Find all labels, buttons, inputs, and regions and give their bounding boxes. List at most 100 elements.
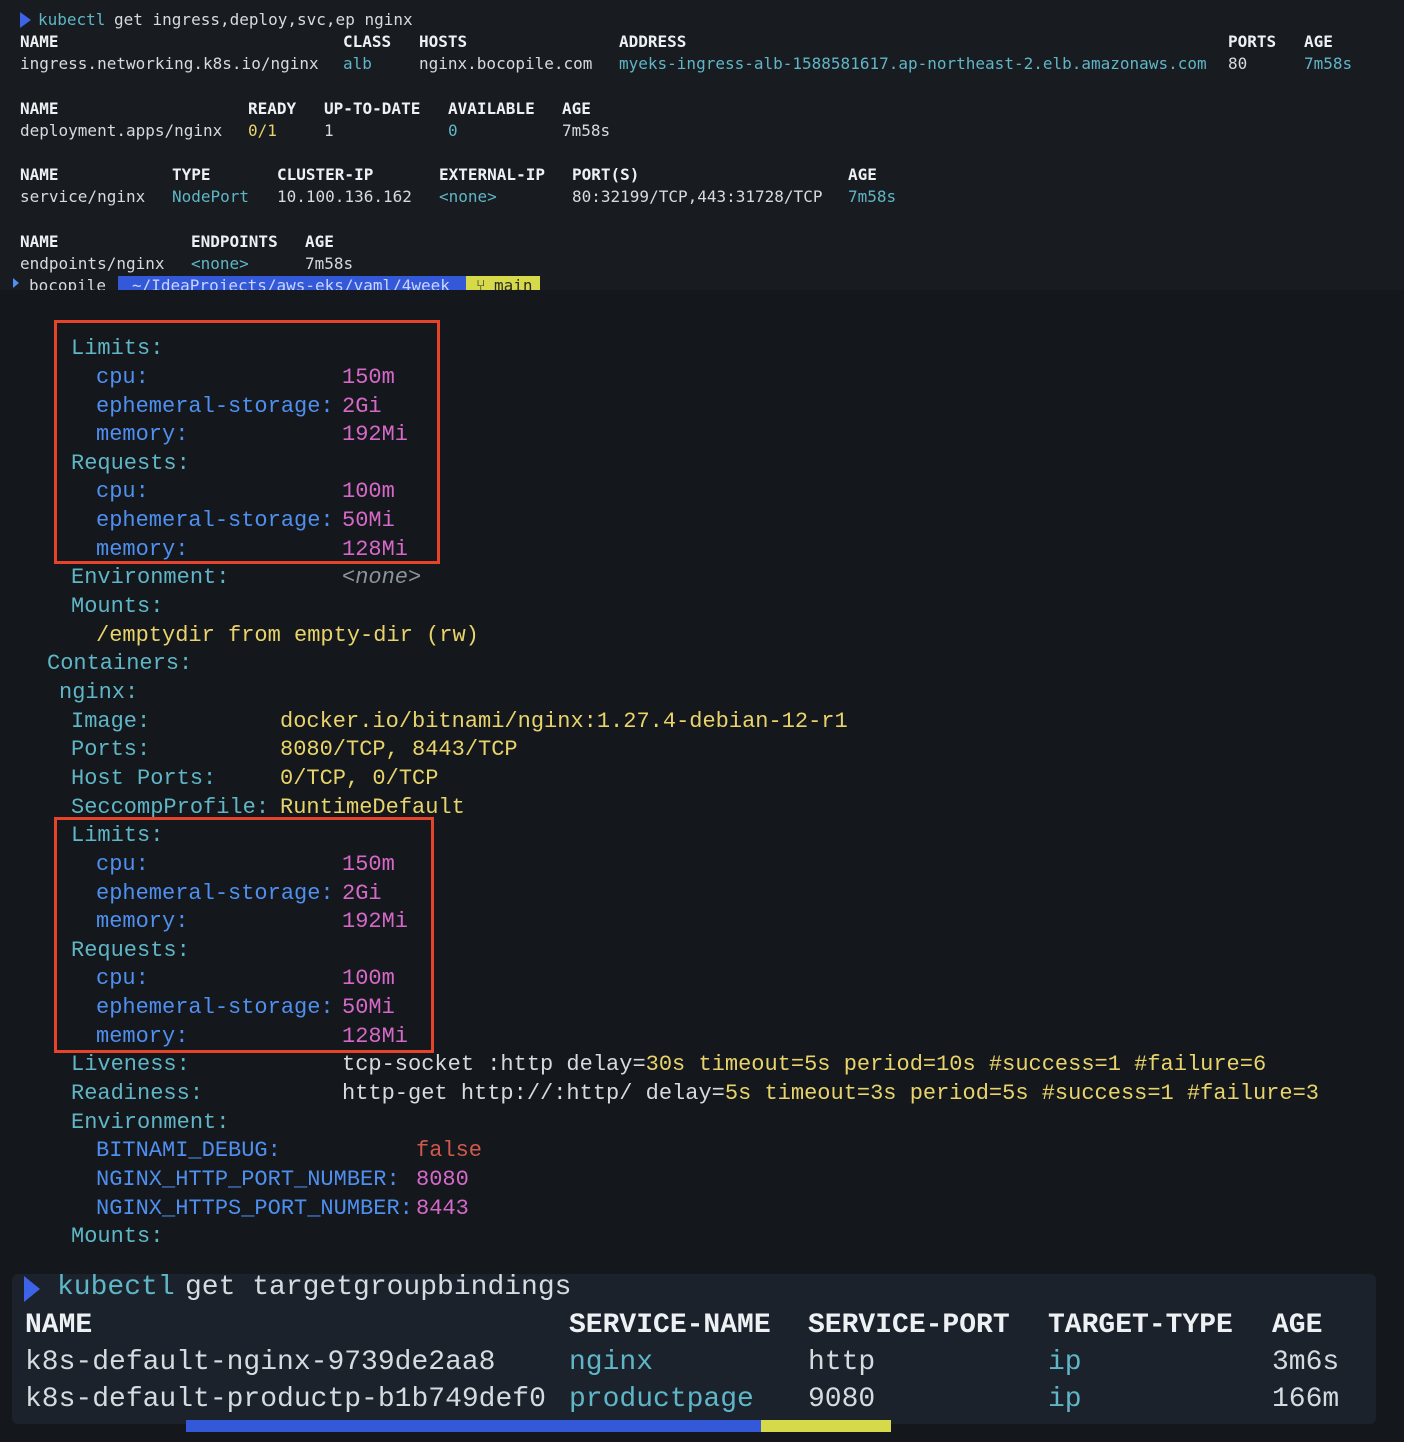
deploy-header-ready: READY [248, 99, 297, 118]
ingress-hosts: nginx.bocopile.com [419, 54, 593, 73]
tgb-header-target-type: TARGET-TYPE [1048, 1310, 1233, 1341]
limits-cpu-key: cpu: [96, 852, 149, 877]
prompt-branch-segment [761, 1420, 891, 1432]
ports-label: Ports: [71, 737, 151, 762]
image-label: Image: [71, 709, 151, 734]
limits-mem-key: memory: [96, 422, 189, 447]
svc-header-externalip: EXTERNAL-IP [439, 165, 545, 184]
requests-eph-key: ephemeral-storage: [96, 508, 334, 533]
environment-label: Environment: [71, 565, 230, 590]
limits-eph-value: 2Gi [342, 881, 382, 906]
requests-eph-key: ephemeral-storage: [96, 995, 334, 1020]
ep-header-name: NAME [20, 232, 59, 251]
limits-cpu-value: 150m [342, 852, 395, 877]
tgb-age: 3m6s [1272, 1347, 1340, 1378]
tgb-service-name: nginx [569, 1347, 654, 1378]
svc-header-ports: PORT(S) [572, 165, 640, 184]
containers-label: Containers: [47, 651, 193, 676]
tgb-service-name: productpage [569, 1384, 754, 1415]
requests-eph-value: 50Mi [342, 508, 395, 533]
limits-cpu-key: cpu: [96, 365, 149, 390]
requests-cpu-key: cpu: [96, 479, 149, 504]
environment-label: Environment: [71, 1110, 230, 1135]
readiness-params: 5s timeout=3s period=5s #success=1 #fail… [724, 1081, 1319, 1106]
deploy-age: 7m58s [562, 121, 611, 140]
tgb-header-service-port: SERVICE-PORT [808, 1310, 1010, 1341]
readiness-probe: http-get http://:http/ delay= [342, 1081, 725, 1106]
requests-mem-value: 128Mi [342, 537, 409, 562]
limits-cpu-value: 150m [342, 365, 395, 390]
prompt-arrow-icon [13, 278, 19, 288]
tgb-header-name: NAME [25, 1310, 93, 1341]
seccomp-label: SeccompProfile: [71, 795, 270, 820]
tgb-header-age: AGE [1272, 1310, 1323, 1341]
ingress-name: ingress.networking.k8s.io/nginx [20, 54, 319, 73]
ingress-age: 7m58s [1304, 54, 1353, 73]
limits-eph-value: 2Gi [342, 394, 382, 419]
svc-header-type: TYPE [172, 165, 211, 184]
limits-eph-key: ephemeral-storage: [96, 881, 334, 906]
tgb-service-port: http [808, 1347, 876, 1378]
prompt-statusline: bocopile ~/IdeaProjects/aws-eks/yaml/4we… [0, 276, 1404, 290]
host-ports-value: 0/TCP, 0/TCP [280, 766, 439, 791]
liveness-label: Liveness: [71, 1052, 190, 1077]
deploy-name: deployment.apps/nginx [20, 121, 223, 140]
readiness-label: Readiness: [71, 1081, 204, 1106]
prompt-path-segment [186, 1420, 761, 1432]
requests-mem-key: memory: [96, 537, 189, 562]
host-ports-label: Host Ports: [71, 766, 217, 791]
ep-name: endpoints/nginx [20, 254, 165, 273]
liveness-value: tcp-socket :http delay=30s timeout=5s pe… [342, 1054, 1266, 1076]
limits-label: Limits: [71, 336, 164, 361]
tgb-header-service-name: SERVICE-NAME [569, 1310, 771, 1341]
ep-header-age: AGE [305, 232, 334, 251]
limits-mem-value: 192Mi [342, 422, 409, 447]
ep-age: 7m58s [305, 254, 354, 273]
prompt-branch-segment: ⑂ main [466, 276, 540, 290]
mounts-label: Mounts: [71, 594, 164, 619]
requests-label: Requests: [71, 451, 190, 476]
ports-value: 8080/TCP, 8443/TCP [280, 737, 518, 762]
terminal-panel-targetgroupbindings: kubectl get targetgroupbindings NAME SER… [0, 1262, 1404, 1442]
ingress-header-address: ADDRESS [619, 32, 687, 51]
ingress-header-class: CLASS [343, 32, 392, 51]
command-args: get ingress,deploy,svc,ep nginx [114, 10, 413, 29]
env-var-key: BITNAMI_DEBUG: [96, 1138, 281, 1163]
ingress-ports: 80 [1228, 54, 1248, 73]
svc-header-clusterip: CLUSTER-IP [277, 165, 374, 184]
command-name: kubectl [38, 10, 106, 29]
ingress-header-hosts: HOSTS [419, 32, 468, 51]
tgb-target-type: ip [1048, 1384, 1082, 1415]
svc-age: 7m58s [848, 187, 897, 206]
svc-type: NodePort [172, 187, 250, 206]
targetgroupbindings-output: kubectl get targetgroupbindings NAME SER… [12, 1274, 1376, 1424]
ingress-header-age: AGE [1304, 32, 1333, 51]
git-branch-icon: ⑂ [476, 276, 486, 291]
terminal-panel-resources: kubectl get ingress,deploy,svc,ep nginx … [0, 0, 1404, 290]
tgb-target-type: ip [1048, 1347, 1082, 1378]
prompt-user: bocopile [29, 276, 107, 291]
requests-mem-key: memory: [96, 1024, 189, 1049]
ingress-header-name: NAME [20, 32, 59, 51]
ingress-address: myeks-ingress-alb-1588581617.ap-northeas… [619, 54, 1207, 73]
requests-label: Requests: [71, 938, 190, 963]
tgb-age: 166m [1272, 1384, 1340, 1415]
requests-cpu-value: 100m [342, 479, 395, 504]
limits-eph-key: ephemeral-storage: [96, 394, 334, 419]
deploy-available: 0 [448, 121, 458, 140]
env-var-value: false [416, 1138, 483, 1163]
svc-externalip: <none> [439, 187, 497, 206]
mounts-value: /emptydir from empty-dir (rw) [96, 623, 479, 648]
svc-clusterip: 10.100.136.162 [277, 187, 412, 206]
command-args: get targetgroupbindings [185, 1272, 572, 1303]
prompt-arrow-icon [24, 1276, 40, 1302]
requests-mem-value: 128Mi [342, 1024, 409, 1049]
env-var-value: 8080 [416, 1167, 469, 1192]
liveness-probe: tcp-socket :http delay= [342, 1052, 646, 1077]
deploy-header-name: NAME [20, 99, 59, 118]
env-var-key: NGINX_HTTPS_PORT_NUMBER: [96, 1196, 413, 1221]
svc-name: service/nginx [20, 187, 146, 206]
svc-header-name: NAME [20, 165, 59, 184]
deploy-header-age: AGE [562, 99, 591, 118]
ingress-class: alb [343, 54, 372, 73]
